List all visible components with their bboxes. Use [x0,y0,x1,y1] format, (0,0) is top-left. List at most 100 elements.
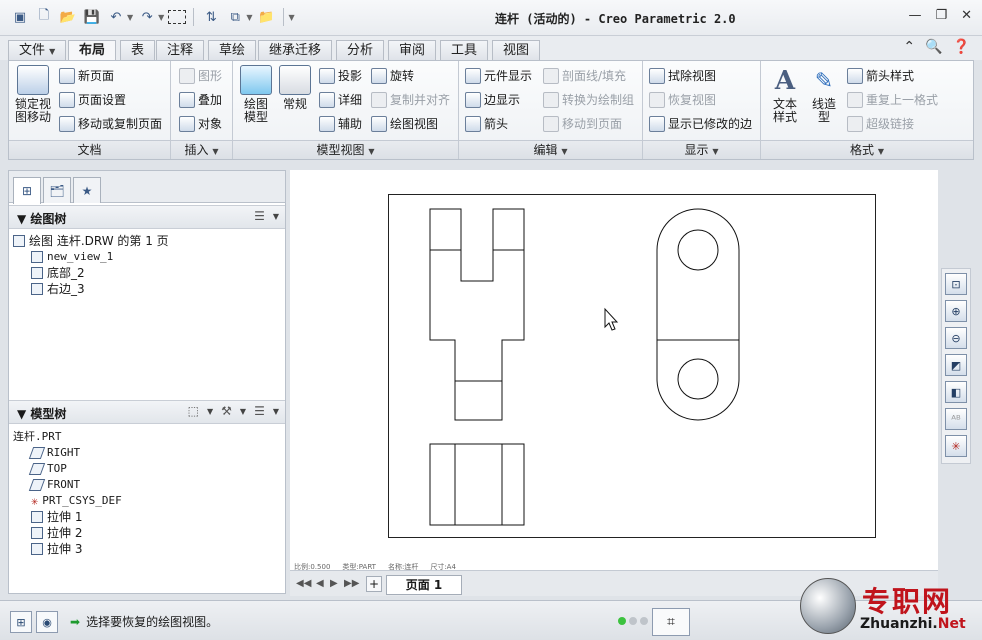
tree-item[interactable]: 拉伸 2 [13,525,122,541]
tree-item[interactable]: 底部_2 [13,265,169,281]
drawing-canvas[interactable] [290,170,938,570]
save-icon[interactable]: 💾 [82,7,102,27]
toggle-browser-icon[interactable]: ◉ [36,611,58,633]
tree-settings-icon[interactable]: ☰ [254,404,265,418]
model-display-icon[interactable]: ⬚ [188,404,199,418]
collapse-ribbon-icon[interactable]: ⌃ [903,39,915,55]
group-label-display[interactable]: 显示 ▼ [643,140,760,159]
tab-analysis[interactable]: 分析 [336,40,385,60]
restore-icon[interactable]: ❐ [935,8,947,23]
collapse-icon[interactable]: ▼ [17,407,26,421]
tree-item[interactable]: FRONT [13,477,122,493]
model-tree-header[interactable]: ▼ 模型树 ⬚ ▼ ⚒ ▼ ☰ ▼ [9,400,285,424]
app-logo-icon[interactable]: ▣ [10,7,30,27]
previous-page-icon[interactable]: ◀ [316,578,324,589]
tab-annotate[interactable]: 注释 [156,40,205,60]
auxiliary-button[interactable]: 辅助 [319,115,362,132]
drawing-view-button[interactable]: 绘图视图 [371,115,438,132]
element-display-button[interactable]: 元件显示 [465,67,532,84]
drawing-tree-root[interactable]: 绘图 连杆.DRW 的第 1 页 [13,233,169,249]
new-page-button[interactable]: 新页面 [59,67,114,84]
select-box-icon[interactable]: ⠀ [168,10,187,25]
section-fill-button[interactable]: 剖面线/填充 [543,67,626,84]
copy-align-button[interactable]: 复制并对齐 [371,91,450,108]
tab-view[interactable]: 视图 [492,40,541,60]
drawing-views[interactable] [389,195,875,537]
group-label-model-views[interactable]: 模型视图 ▼ [233,140,458,159]
page-tab-1[interactable]: 页面 1 [386,575,462,595]
text-style-button[interactable]: A 文本样式 [767,65,803,124]
undo-icon[interactable]: ↶ [106,7,126,27]
line-style-button[interactable]: ✎ 线造型 [807,65,841,124]
tree-item[interactable]: 拉伸 1 [13,509,122,525]
graphics-button[interactable]: 图形 [179,67,222,84]
move-to-page-button[interactable]: 移动到页面 [543,115,622,132]
projection-button[interactable]: 投影 [319,67,362,84]
zoom-in-icon[interactable]: ⊕ [945,300,967,322]
tree-item[interactable]: ✳ PRT_CSYS_DEF [13,493,122,509]
folder-browser-tab-icon[interactable]: 🗂 [43,177,71,203]
toggle-navigator-icon[interactable]: ⊞ [10,611,32,633]
page-setup-button[interactable]: 页面设置 [59,91,126,108]
help-icon[interactable]: ❓ [953,39,970,55]
model-tree-root[interactable]: 连杆.PRT [13,429,122,445]
drawing-tree-header[interactable]: ▼ 绘图树 ☰ ▼ [9,205,285,229]
tab-file[interactable]: 文件 ▼ [8,40,67,60]
tree-item[interactable]: new_view_1 [13,249,169,265]
arrow-style-button[interactable]: 箭头样式 [847,67,914,84]
add-page-button[interactable]: + [366,576,382,592]
group-label-format[interactable]: 格式 ▼ [761,140,973,159]
redo-icon[interactable]: ↷ [137,7,157,27]
tree-tools-icon[interactable]: ⚒ [221,404,232,418]
annotation-display-icon[interactable]: ᴬᴮ [945,408,967,430]
chevron-down-icon[interactable]: ▼ [207,407,213,416]
redo-dropdown-icon[interactable]: ▼ [158,13,164,22]
tree-item[interactable]: TOP [13,461,122,477]
windows-dropdown-icon[interactable]: ▼ [246,13,252,22]
undo-dropdown-icon[interactable]: ▼ [127,13,133,22]
tree-item[interactable]: 拉伸 3 [13,541,122,557]
tree-settings-icon[interactable]: ☰ [254,209,265,223]
folder-icon[interactable]: 📁 [256,7,276,27]
display-style-icon[interactable]: ◧ [945,381,967,403]
close-icon[interactable]: ✕ [961,8,972,23]
convert-group-button[interactable]: 转换为绘制组 [543,91,634,108]
drawing-model-button[interactable]: 绘图模型 [239,65,273,124]
overlay-button[interactable]: 叠加 [179,91,222,108]
repeat-format-button[interactable]: 重复上一格式 [847,91,938,108]
group-label-insert[interactable]: 插入 ▼ [171,140,232,159]
customize-icon[interactable]: ▼ [288,13,294,22]
tab-legacy-migration[interactable]: 继承迁移 [258,40,333,60]
chevron-down-icon[interactable]: ▼ [273,407,279,416]
erase-view-button[interactable]: 拭除视图 [649,67,716,84]
next-page-icon[interactable]: ▶ [330,578,338,589]
move-copy-page-button[interactable]: 移动或复制页面 [59,115,162,132]
refit-icon[interactable]: ⊡ [945,273,967,295]
datum-display-icon[interactable]: ✳ [945,435,967,457]
revolved-button[interactable]: 旋转 [371,67,414,84]
new-icon[interactable]: 🗋 [34,7,54,27]
lock-view-move-button[interactable]: 锁定视图移动 [13,65,53,124]
regenerate-icon[interactable]: ⇅ [201,7,221,27]
general-view-button[interactable]: 常规 [277,65,313,111]
open-icon[interactable]: 📂 [58,7,78,27]
chevron-down-icon[interactable]: ▼ [240,407,246,416]
model-tree-tab-icon[interactable]: ⊞ [13,177,41,204]
detailed-button[interactable]: 详细 [319,91,362,108]
drawing-sheet[interactable] [388,194,876,538]
edge-display-button[interactable]: 边显示 [465,91,520,108]
chevron-down-icon[interactable]: ▼ [273,212,279,221]
search-icon[interactable]: 🔍 [925,39,942,55]
repaint-icon[interactable]: ◩ [945,354,967,376]
object-button[interactable]: 对象 [179,115,222,132]
first-page-icon[interactable]: ◀◀ [296,578,311,589]
tab-sketch[interactable]: 草绘 [208,40,257,60]
tab-layout[interactable]: 布局 [68,40,117,61]
arrow-button[interactable]: 箭头 [465,115,508,132]
last-page-icon[interactable]: ▶▶ [344,578,359,589]
tab-table[interactable]: 表 [120,40,156,60]
find-icon[interactable]: ⌗ [652,608,690,636]
tree-item[interactable]: RIGHT [13,445,122,461]
restore-view-button[interactable]: 恢复视图 [649,91,716,108]
tab-review[interactable]: 审阅 [388,40,437,60]
